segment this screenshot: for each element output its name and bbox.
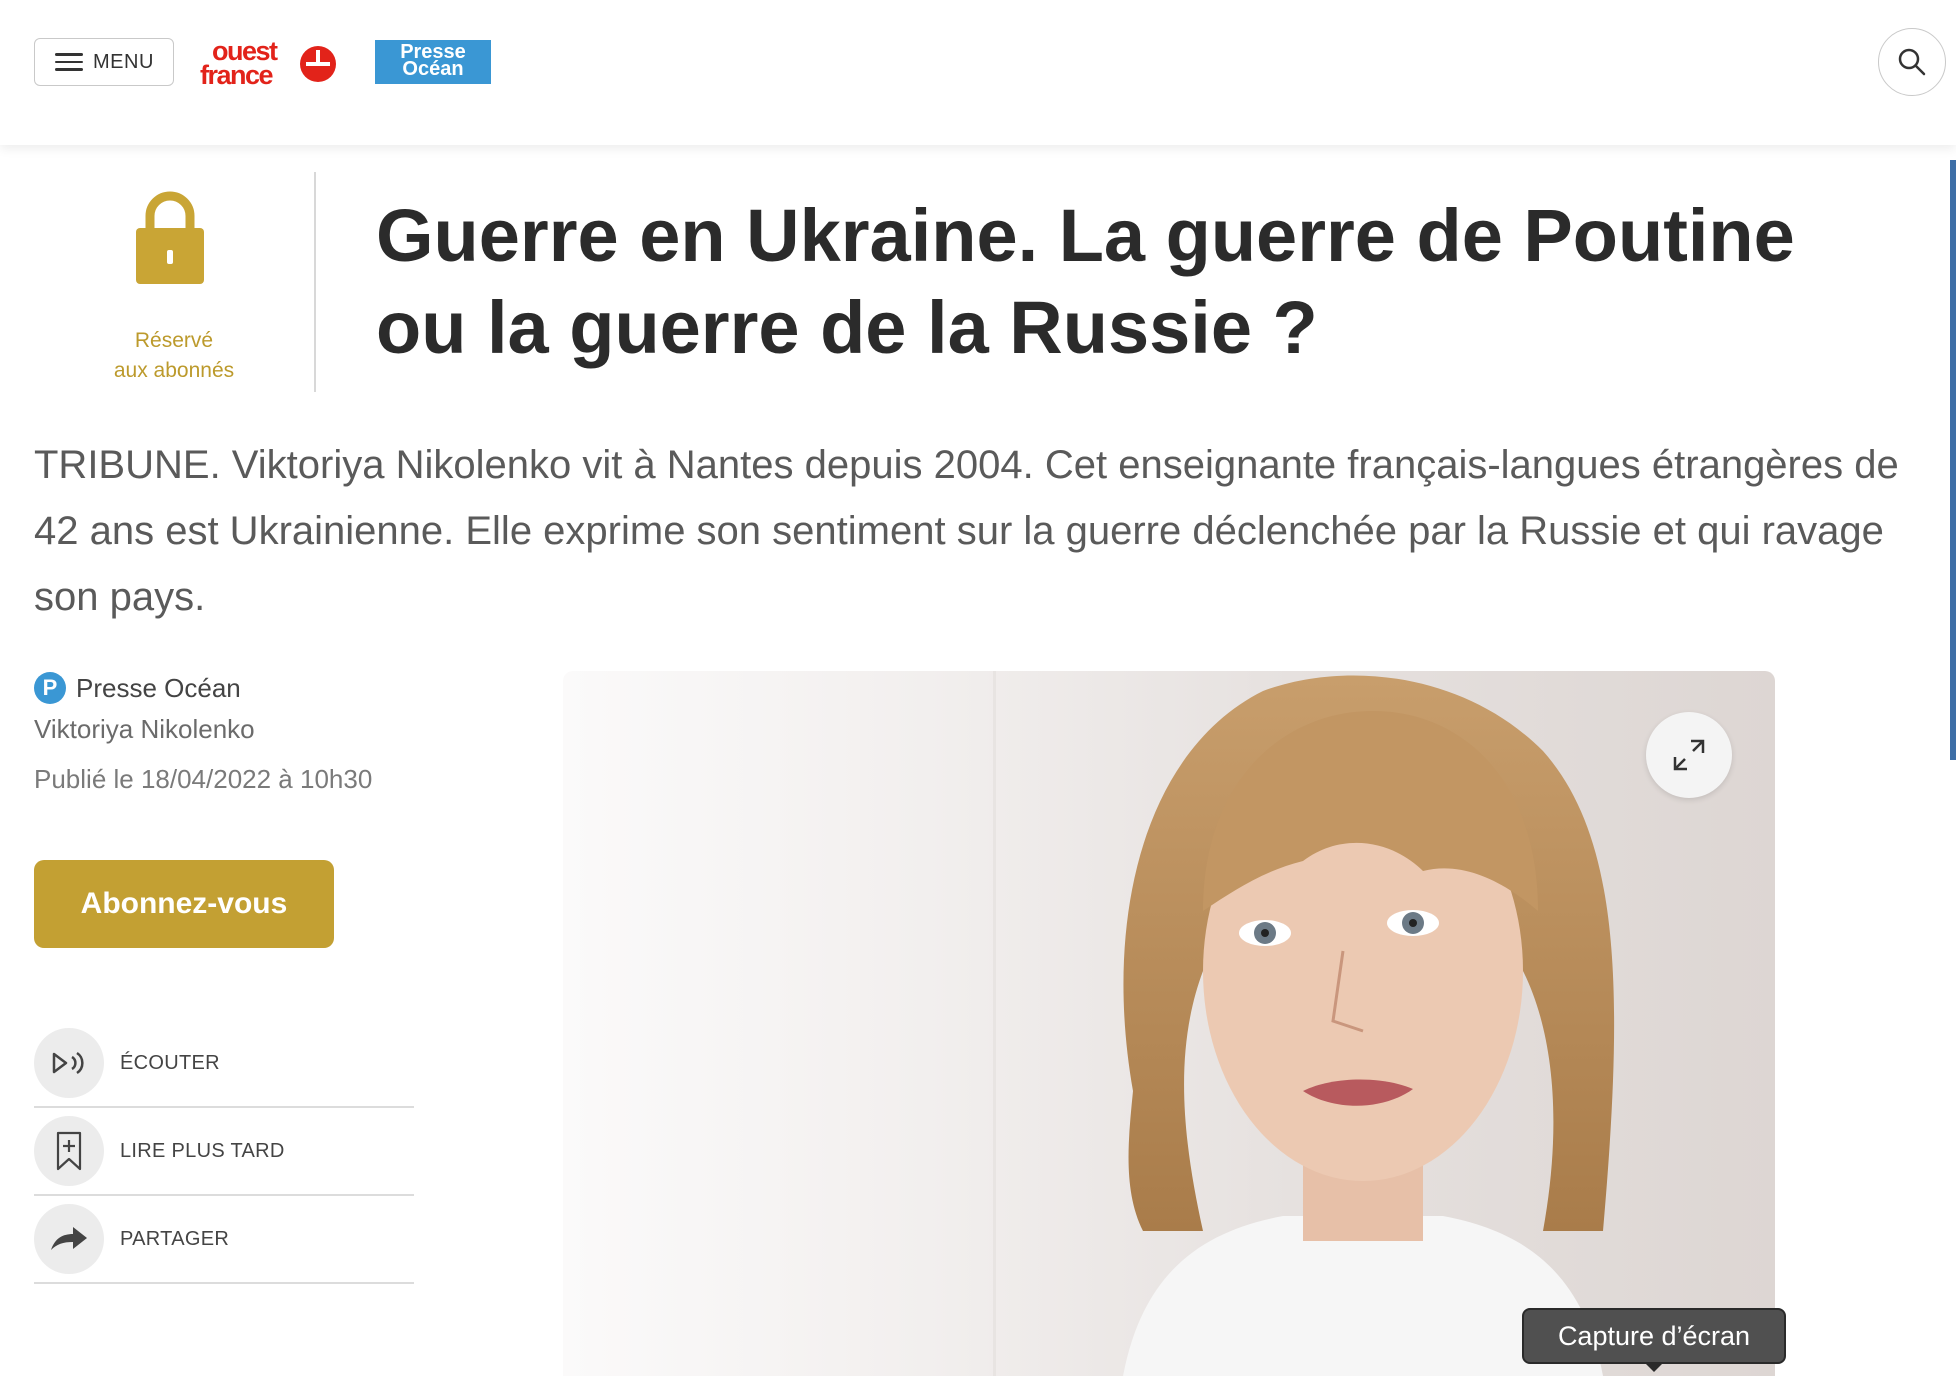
share-arrow-icon [34, 1204, 104, 1274]
article-title: Guerre en Ukraine. La guerre de Poutine … [376, 194, 1795, 369]
share-label: PARTAGER [120, 1227, 230, 1250]
publish-date: Publié le 18/04/2022 à 10h30 [34, 764, 373, 794]
expand-icon [1673, 739, 1705, 771]
subscribe-button[interactable]: Abonnez-vous [34, 860, 334, 948]
subscriber-badge: Réservé aux abonnés [34, 170, 314, 390]
article-actions: ÉCOUTER LIRE PLUS TARD PARTAGER [34, 1020, 414, 1284]
source-name[interactable]: Presse Océan [76, 673, 241, 704]
presse-ocean-icon: P [34, 672, 66, 704]
menu-button[interactable]: MENU [34, 38, 174, 86]
article-author: Viktoriya Nikolenko [34, 714, 255, 744]
share-action[interactable]: PARTAGER [34, 1196, 414, 1284]
page-edge-accent [1950, 160, 1956, 760]
search-button[interactable] [1878, 28, 1946, 96]
tooltip-arrow [1644, 1362, 1664, 1372]
ouest-france-logo[interactable]: ouest france [198, 36, 338, 90]
site-header: MENU ouest france Presse Océan [0, 0, 1956, 145]
screenshot-tooltip: Capture d’écran [1522, 1308, 1786, 1364]
svg-text:france: france [200, 60, 274, 90]
subscriber-badge-label: Réservé aux abonnés [113, 329, 235, 382]
listen-action[interactable]: ÉCOUTER [34, 1020, 414, 1108]
portrait-illustration [993, 671, 1615, 1376]
play-audio-icon [34, 1028, 104, 1098]
listen-label: ÉCOUTER [120, 1051, 220, 1074]
expand-image-button[interactable] [1646, 712, 1732, 798]
divider [314, 172, 316, 392]
hamburger-icon [55, 53, 83, 71]
read-later-action[interactable]: LIRE PLUS TARD [34, 1108, 414, 1196]
menu-label: MENU [93, 50, 154, 73]
article-lead: TRIBUNE. Viktoriya Nikolenko vit à Nante… [34, 443, 1899, 619]
presse-ocean-logo[interactable]: Presse Océan [375, 40, 491, 84]
article-source: P Presse Océan [34, 672, 241, 704]
article-photo[interactable] [563, 671, 1775, 1376]
lock-icon [136, 191, 204, 284]
read-later-label: LIRE PLUS TARD [120, 1139, 285, 1162]
search-icon [1898, 48, 1926, 76]
bookmark-add-icon [34, 1116, 104, 1186]
